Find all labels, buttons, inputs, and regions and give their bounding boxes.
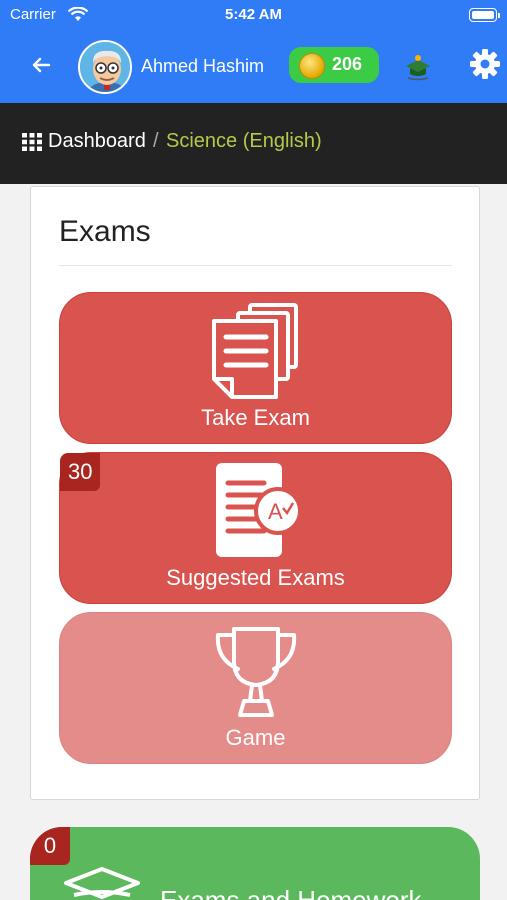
battery-icon	[469, 8, 500, 22]
exams-title: Exams	[59, 215, 151, 248]
game-tile[interactable]: Game	[59, 612, 452, 764]
divider	[59, 265, 452, 266]
grid-icon	[22, 133, 42, 151]
main-content: Exams Take Exam 30 A Suggested Exams Gam…	[0, 184, 507, 900]
svg-text:A: A	[268, 499, 283, 524]
coin-count: 206	[332, 54, 363, 74]
suggested-count-badge: 30	[60, 453, 101, 491]
gear-icon[interactable]	[469, 48, 501, 80]
trophy-icon	[215, 627, 296, 717]
coin-icon	[299, 53, 325, 79]
cartoon-face-icon	[80, 42, 130, 92]
homework-count-badge: 0	[30, 827, 70, 865]
user-name[interactable]: Ahmed Hashim	[141, 56, 264, 77]
status-time: 5:42 AM	[225, 6, 282, 23]
breadcrumb: Dashboard / Science (English)	[0, 103, 507, 184]
breadcrumb-dashboard-link[interactable]: Dashboard	[48, 130, 146, 153]
app-logo-icon[interactable]	[402, 52, 434, 82]
take-exam-label: Take Exam	[201, 405, 310, 430]
back-arrow-icon[interactable]	[28, 52, 54, 78]
documents-icon	[211, 303, 298, 399]
status-bar: Carrier 5:42 AM	[0, 0, 507, 30]
app-header: Ahmed Hashim 206	[0, 30, 507, 103]
exams-homework-tile[interactable]: 0 Exams and Homework	[30, 827, 480, 900]
exams-homework-label: Exams and Homework	[160, 885, 422, 900]
breadcrumb-current: Science (English)	[166, 130, 322, 152]
graded-exam-icon: A	[215, 463, 302, 557]
suggested-exams-label: Suggested Exams	[166, 565, 345, 590]
exams-card: Exams Take Exam 30 A Suggested Exams Gam…	[30, 186, 480, 800]
take-exam-tile[interactable]: Take Exam	[59, 292, 452, 444]
graduation-cap-icon	[64, 867, 140, 899]
game-label: Game	[225, 725, 286, 750]
coin-balance-badge[interactable]: 206	[289, 47, 379, 83]
avatar[interactable]	[78, 40, 132, 94]
breadcrumb-separator: /	[153, 130, 159, 152]
suggested-exams-tile[interactable]: 30 A Suggested Exams	[59, 452, 452, 604]
